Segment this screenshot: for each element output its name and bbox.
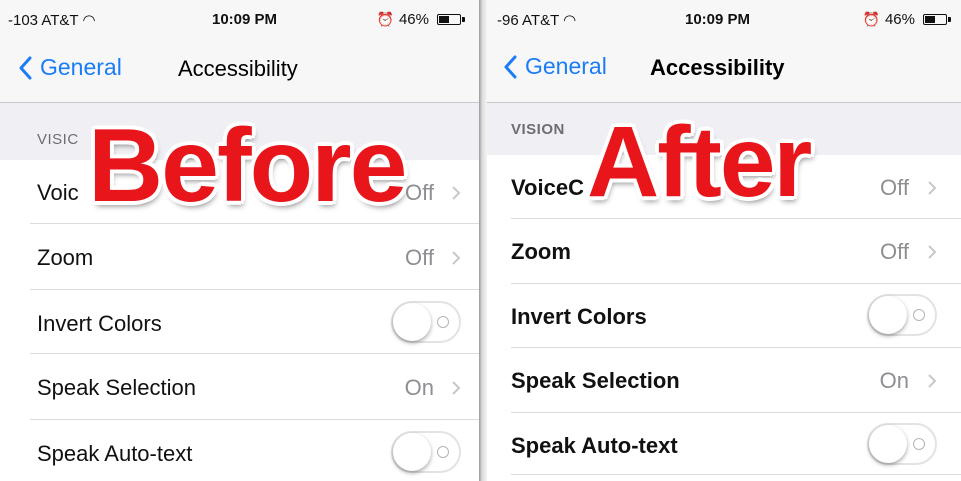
status-bar: -96 AT&T ◠ 10:09 PM ⏰ 46% [487,0,961,40]
row-value: Off [880,239,909,264]
invert-colors-toggle[interactable] [867,294,937,336]
chevron-right-icon [452,381,461,395]
status-time: 10:09 PM [685,11,751,28]
wifi-icon: ◠ [563,12,577,29]
page-title: Accessibility [650,55,785,80]
back-button[interactable]: General [503,53,607,80]
battery-icon [923,14,951,25]
row-value: On [404,375,434,400]
row-zoom[interactable]: Zoom Off [487,219,961,284]
back-button-label: General [40,54,122,80]
alarm-icon: ⏰ [862,11,880,27]
before-screenshot: -103 AT&T ◠ 10:09 PM ⏰ 46% General Acces… [0,0,479,481]
row-speak-auto-text: Speak Auto-text [0,420,479,481]
invert-colors-toggle[interactable] [391,301,461,343]
status-time: 10:09 PM [212,11,278,28]
chevron-right-icon [452,251,461,265]
row-invert-colors: Invert Colors [0,290,479,354]
row-invert-colors: Invert Colors [487,284,961,348]
panel-divider [479,0,487,481]
battery-percent: 46% [884,11,915,28]
page-title: Accessibility [178,56,298,81]
row-speak-selection[interactable]: Speak Selection On [487,348,961,413]
chevron-right-icon [452,186,461,200]
battery-icon [437,14,465,25]
after-screenshot: -96 AT&T ◠ 10:09 PM ⏰ 46% General Access… [487,0,961,481]
row-zoom[interactable]: Zoom Off [0,224,479,290]
back-button-label: General [525,53,607,79]
row-value: Off [405,245,434,270]
carrier-signal: -96 AT&T [497,12,559,29]
row-value: Off [880,175,909,200]
battery-percent: 46% [398,11,429,28]
alarm-icon: ⏰ [376,11,394,27]
navigation-bar: General Accessibility [487,40,961,103]
row-speak-selection[interactable]: Speak Selection On [0,354,479,420]
wifi-icon: ◠ [82,12,96,29]
navigation-bar: General Accessibility [0,40,479,103]
row-value: On [879,368,909,393]
status-bar: -103 AT&T ◠ 10:09 PM ⏰ 46% [0,0,479,40]
chevron-left-icon [19,56,32,79]
row-value: Off [405,180,434,205]
back-button[interactable]: General [18,54,122,81]
row-speak-auto-text: Speak Auto-text [487,413,961,481]
before-overlay-label: Before [88,108,407,224]
chevron-right-icon [928,374,937,388]
after-overlay-label: After [587,106,812,218]
speak-auto-text-toggle[interactable] [867,423,937,465]
chevron-left-icon [504,55,517,78]
chevron-right-icon [928,181,937,195]
speak-auto-text-toggle[interactable] [391,431,461,473]
carrier-signal: -103 AT&T [8,12,79,29]
chevron-right-icon [928,245,937,259]
